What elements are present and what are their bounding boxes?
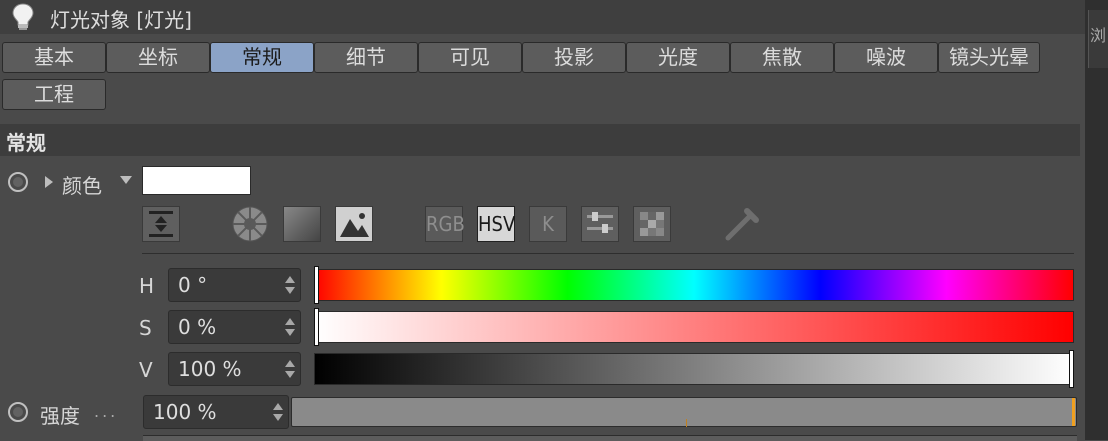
value-slider-track[interactable] — [314, 353, 1074, 385]
tab-label: 投影 — [554, 45, 594, 69]
side-tab-label: 浏 — [1090, 26, 1107, 45]
hue-label: H — [139, 274, 155, 298]
section-header — [0, 124, 1080, 156]
tab-label: 可见 — [450, 45, 490, 69]
tab-noise[interactable]: 噪波 — [834, 42, 938, 73]
intensity-slider-marker[interactable] — [1072, 398, 1075, 426]
image-picker-button[interactable] — [335, 206, 373, 242]
tab-details[interactable]: 细节 — [314, 42, 418, 73]
rgb-mode-button[interactable]: RGB — [425, 206, 465, 242]
color-gradient-button[interactable] — [283, 206, 321, 242]
intensity-label: 强度 — [40, 404, 80, 428]
tab-label: 镜头光晕 — [949, 45, 1029, 69]
intensity-slider-tick — [686, 419, 687, 427]
hsv-mode-button[interactable]: HSV — [477, 206, 515, 242]
swatch-grid-icon — [640, 212, 664, 236]
value-slider-handle[interactable] — [1069, 350, 1074, 388]
kelvin-mode-button[interactable]: K — [529, 206, 567, 242]
intensity-slider-track[interactable] — [291, 397, 1077, 427]
value-spinner-icon[interactable] — [285, 360, 295, 378]
tab-general[interactable]: 常规 — [210, 42, 314, 73]
saturation-spinner-icon[interactable] — [285, 318, 295, 336]
tab-label: 细节 — [346, 45, 386, 69]
tab-label: 坐标 — [138, 45, 178, 69]
mixer-mode-button[interactable] — [581, 206, 619, 242]
tab-label: 工程 — [34, 82, 74, 106]
saturation-value: 0 % — [178, 315, 217, 339]
saturation-label: S — [139, 316, 152, 340]
image-icon — [340, 213, 369, 237]
tab-lens-flare[interactable]: 镜头光晕 — [938, 42, 1040, 73]
color-dropdown-arrow-icon[interactable] — [120, 176, 132, 184]
color-wheel-button[interactable] — [230, 205, 270, 243]
intensity-spinner-icon[interactable] — [273, 403, 283, 421]
tab-coordinates[interactable]: 坐标 — [106, 42, 210, 73]
eyedropper-button[interactable] — [720, 204, 762, 244]
sliders-icon — [587, 212, 613, 233]
window-title: 灯光对象 [灯光] — [50, 8, 192, 32]
tab-shadow[interactable]: 投影 — [522, 42, 626, 73]
color-label: 颜色 — [62, 174, 102, 198]
tab-label: 噪波 — [866, 45, 906, 69]
tab-caustics[interactable]: 焦散 — [730, 42, 834, 73]
tab-label: 光度 — [658, 45, 698, 69]
tab-label: 焦散 — [762, 45, 802, 69]
tab-photometric[interactable]: 光度 — [626, 42, 730, 73]
eyedropper-icon — [725, 208, 759, 241]
next-row-partial — [143, 435, 1077, 441]
saturation-input[interactable]: 0 % — [168, 310, 301, 344]
tab-label: 常规 — [242, 45, 282, 69]
arrows-vertical-icon — [149, 211, 173, 237]
hue-slider-track[interactable] — [314, 269, 1074, 301]
light-bulb-icon — [12, 3, 34, 30]
expand-arrow-icon[interactable] — [45, 176, 53, 188]
hue-slider-handle[interactable] — [314, 266, 319, 304]
color-animate-radio[interactable] — [8, 172, 28, 192]
hue-spinner-icon[interactable] — [285, 276, 295, 294]
tab-label: 基本 — [34, 45, 74, 69]
section-title: 常规 — [6, 131, 46, 155]
tab-basic[interactable]: 基本 — [2, 42, 106, 73]
toolbar-divider — [142, 253, 1074, 254]
intensity-animate-radio[interactable] — [8, 402, 28, 422]
hue-input[interactable]: 0 ° — [168, 268, 301, 302]
saturation-slider-track[interactable] — [314, 311, 1074, 343]
value-label: V — [139, 358, 153, 382]
spectrum-toggle-button[interactable] — [142, 206, 180, 242]
tab-project[interactable]: 工程 — [2, 79, 106, 110]
tab-visibility[interactable]: 可见 — [418, 42, 522, 73]
value-value: 100 % — [178, 357, 242, 381]
swatches-mode-button[interactable] — [633, 206, 671, 242]
color-wheel-icon — [232, 206, 268, 242]
intensity-value: 100 % — [153, 400, 217, 424]
hue-value: 0 ° — [178, 273, 208, 297]
color-swatch[interactable] — [142, 166, 251, 195]
intensity-input[interactable]: 100 % — [143, 395, 289, 429]
value-input[interactable]: 100 % — [168, 352, 301, 386]
intensity-dots: ... — [94, 402, 119, 421]
saturation-slider-handle[interactable] — [314, 308, 319, 346]
